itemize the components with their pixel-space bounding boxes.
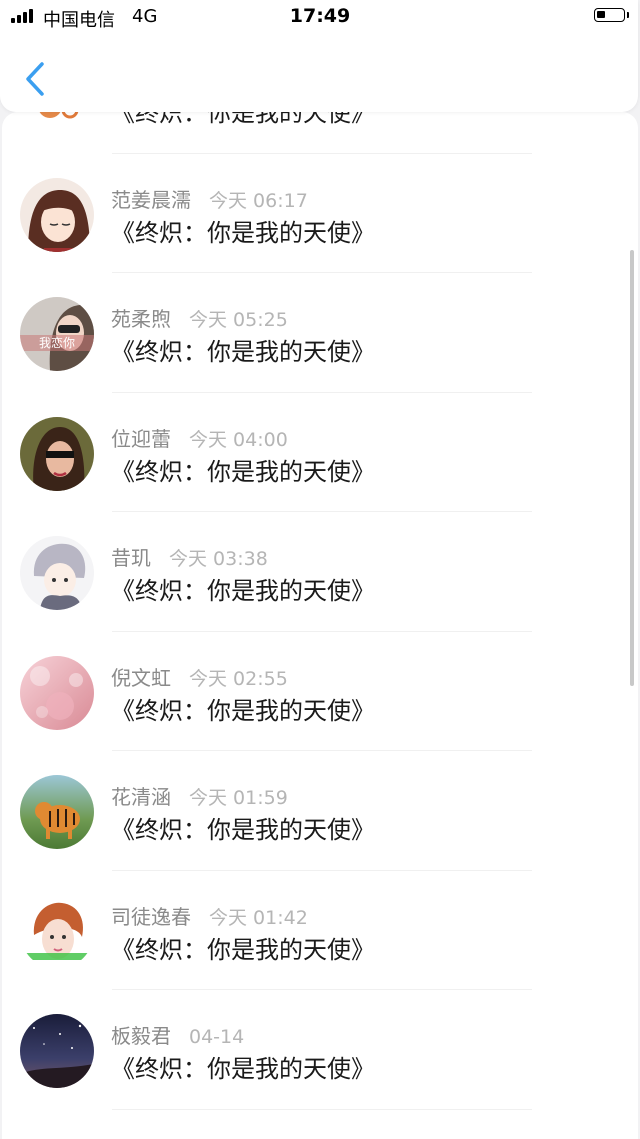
sender-line: 昔玑 今天 03:38	[111, 542, 268, 571]
avatar[interactable]	[20, 1014, 94, 1088]
list-item[interactable]: 范姜晨濡 今天 06:17 《终炽：你是我的天使》	[2, 154, 638, 273]
message-time: 今天 03:38	[169, 548, 268, 570]
sender-line: 司徒逸春 今天 01:42	[111, 901, 308, 930]
message-text: 《终炽：你是我的天使》	[111, 218, 375, 247]
avatar[interactable]	[20, 416, 94, 491]
message-time: 今天 05:25	[189, 309, 288, 331]
list-item[interactable]: 倪文虹 今天 02:55 《终炽：你是我的天使》	[2, 632, 638, 751]
message-time: 04-14	[189, 1026, 245, 1048]
message-text: 《终炽：你是我的天使》	[111, 112, 375, 127]
divider	[112, 1108, 532, 1110]
battery-tip	[627, 12, 629, 18]
list-item[interactable]: 我恋你 苑柔煦 今天 05:25 《终炽：你是我的天使》	[2, 273, 638, 393]
message-text: 《终炽：你是我的天使》	[111, 577, 375, 605]
sender-line: 花清涵 今天 01:59	[111, 781, 288, 810]
avatar[interactable]: 我恋你	[20, 297, 94, 371]
sender-name[interactable]: 板毅君	[111, 1024, 171, 1048]
message-time: 今天 04:00	[189, 428, 288, 451]
message-text: 《终炽：你是我的天使》	[111, 338, 375, 366]
avatar[interactable]	[20, 177, 94, 252]
chevron-left-icon	[26, 62, 44, 96]
message-time: 今天 01:59	[189, 787, 288, 809]
battery-icon	[594, 8, 625, 22]
status-time: 17:49	[289, 5, 351, 27]
avatar[interactable]	[20, 775, 94, 849]
message-text: 《终炽：你是我的天使》	[111, 1055, 375, 1083]
sender-name[interactable]: 昔玑	[111, 546, 151, 570]
list-item[interactable]: 《终炽：你是我的天使》	[2, 112, 638, 154]
sender-name[interactable]: 范姜晨濡	[111, 188, 191, 212]
sender-line: 范姜晨濡 今天 06:17	[111, 184, 308, 213]
list-item[interactable]: 司徒逸春 今天 01:42 《终炽：你是我的天使》	[2, 871, 638, 990]
avatar[interactable]	[20, 536, 94, 610]
avatar-caption: 我恋你	[38, 336, 75, 350]
sender-name[interactable]: 位迎蕾	[111, 427, 171, 451]
status-bar: 中国电信 4G 17:49	[0, 0, 640, 34]
avatar[interactable]	[20, 655, 94, 730]
message-time: 今天 02:55	[189, 667, 288, 690]
list-item[interactable]: 位迎蕾 今天 04:00 《终炽：你是我的天使》	[2, 393, 638, 512]
sender-line: 板毅君 04-14	[111, 1020, 244, 1049]
message-text: 《终炽：你是我的天使》	[111, 816, 375, 844]
list-item[interactable]: 板毅君 04-14 《终炽：你是我的天使》	[2, 990, 638, 1110]
message-text: 《终炽：你是我的天使》	[111, 935, 375, 964]
message-text: 《终炽：你是我的天使》	[111, 457, 375, 486]
list-item[interactable]: 昔玑 今天 03:38 《终炽：你是我的天使》	[2, 512, 638, 632]
sender-name[interactable]: 花清涵	[111, 785, 171, 809]
avatar[interactable]	[20, 894, 94, 969]
sender-line: 倪文虹 今天 02:55	[111, 662, 288, 691]
message-time: 今天 06:17	[209, 189, 308, 212]
message-time: 今天 01:42	[209, 906, 308, 929]
sender-line: 苑柔煦 今天 05:25	[111, 303, 288, 332]
sender-name[interactable]: 司徒逸春	[111, 905, 191, 929]
sender-name[interactable]: 倪文虹	[111, 666, 171, 690]
list-item[interactable]: 花清涵 今天 01:59 《终炽：你是我的天使》	[2, 751, 638, 871]
back-button[interactable]	[18, 58, 54, 100]
sender-line: 位迎蕾 今天 04:00	[111, 423, 288, 452]
sender-name[interactable]: 苑柔煦	[111, 307, 171, 331]
message-list[interactable]: 《终炽：你是我的天使》 范姜晨濡 今天 06:17 《终炽：你是我的天使》 我恋你 苑柔煦…	[2, 112, 638, 1139]
avatar[interactable]	[20, 112, 94, 132]
scrollbar[interactable]	[630, 250, 634, 686]
message-text: 《终炽：你是我的天使》	[111, 696, 375, 725]
